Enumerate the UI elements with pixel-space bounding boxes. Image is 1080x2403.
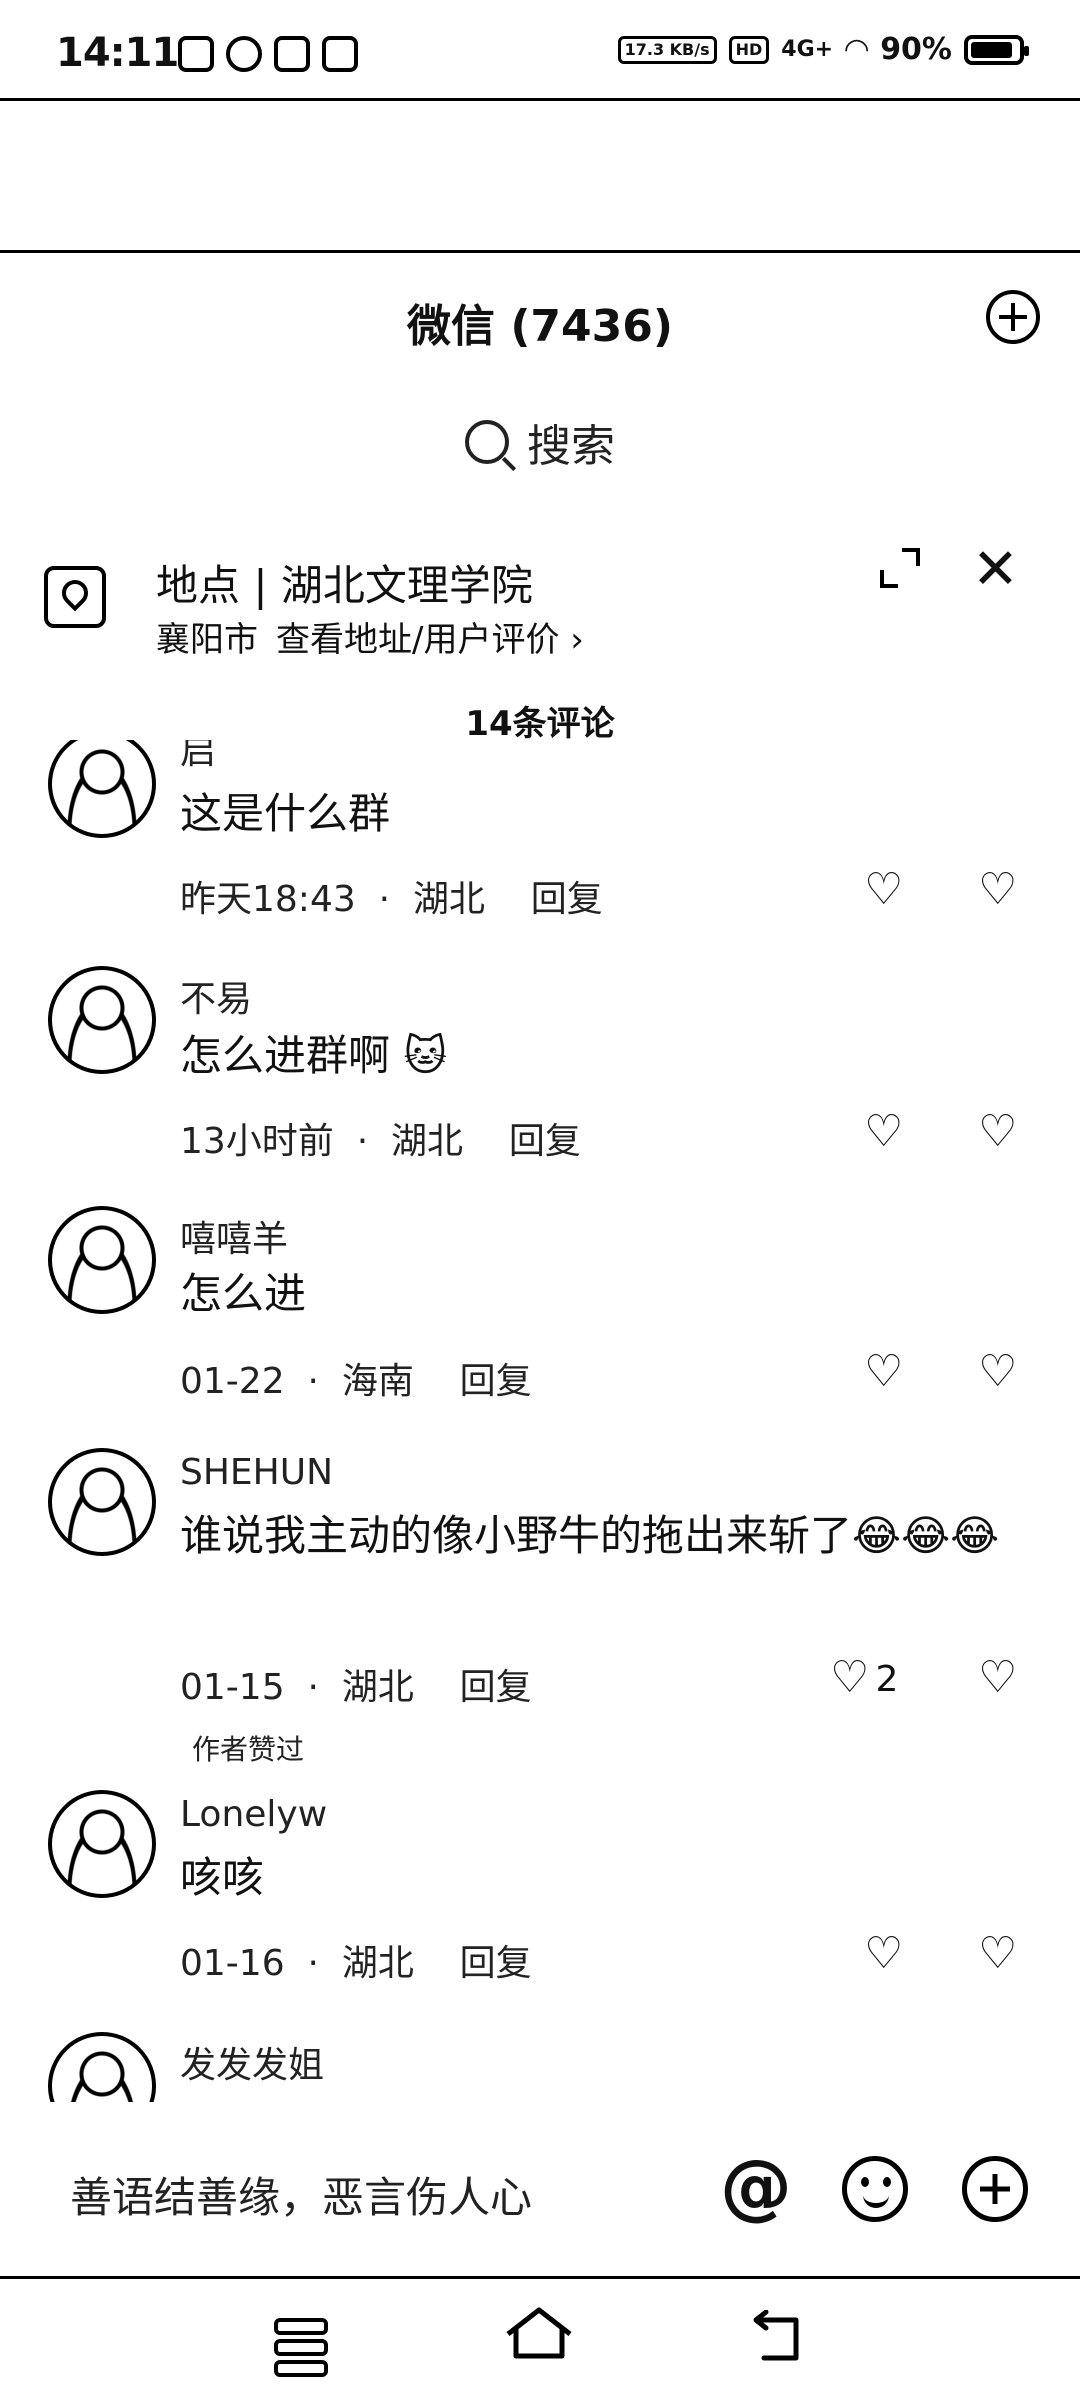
avatar[interactable] <box>48 966 156 1074</box>
location-pin-icon <box>44 566 106 628</box>
like-icon[interactable]: ♡ 2 <box>830 1656 898 1702</box>
location-title[interactable]: 地点 | 湖北文理学院 <box>156 552 533 613</box>
reply-button[interactable]: 回复 <box>460 1667 532 1708</box>
page-title: 微信 (7436) <box>407 301 673 352</box>
comment-region: 湖北 <box>341 1667 414 1708</box>
search-bar[interactable]: 搜索 <box>0 410 1080 474</box>
recent-apps-icon[interactable] <box>274 2318 328 2377</box>
comment-meta: 昨天18:43 · 湖北 回复 <box>180 879 603 920</box>
battery-icon <box>964 34 1029 65</box>
battery-percent: 90% <box>880 32 952 67</box>
hd-badge: HD <box>728 35 770 64</box>
reply-button[interactable]: 回复 <box>531 879 603 920</box>
comment-meta: 01-22 · 海南 回复 <box>180 1361 532 1402</box>
like-icon[interactable]: ♡ <box>864 1350 903 1394</box>
comment-author[interactable]: Lonelyw <box>180 1794 327 1835</box>
notification-icons <box>178 36 358 72</box>
location-city: 襄阳市 <box>156 620 258 660</box>
signal-icon: 4G+ <box>781 37 834 62</box>
dislike-icon[interactable]: ♡ <box>978 1350 1017 1394</box>
search-icon <box>465 420 509 464</box>
comment-text: 怎么进群啊 🐱 <box>180 1031 448 1080</box>
avatar[interactable] <box>48 1790 156 1898</box>
avatar[interactable] <box>48 2032 156 2102</box>
dislike-icon[interactable]: ♡ <box>978 868 1017 912</box>
avatar[interactable] <box>48 740 156 838</box>
comment-region: 湖北 <box>391 1121 464 1162</box>
comment-count: 14条评论 <box>465 704 615 744</box>
comment-time: 昨天18:43 <box>180 879 356 920</box>
comment-list[interactable]: 启 这是什么群 昨天18:43 · 湖北 回复 ♡ ♡ 不易 怎么进群啊 🐱 1… <box>0 740 1080 2102</box>
add-media-icon[interactable] <box>962 2156 1028 2222</box>
reply-button[interactable]: 回复 <box>460 1943 532 1984</box>
comment-text: 谁说我主动的像小野牛的拖出来斩了😂😂😂 <box>180 1511 1000 1560</box>
author-liked-badge: 作者赞过 <box>192 1733 305 1766</box>
tiktok-icon <box>178 36 214 72</box>
avatar[interactable] <box>48 1448 156 1556</box>
dislike-icon[interactable]: ♡ <box>978 1110 1017 1154</box>
comment-author[interactable]: 发发发姐 <box>180 2036 324 2088</box>
comment-meta: 01-16 · 湖北 回复 <box>180 1943 532 1984</box>
status-time: 14:11 <box>56 30 179 76</box>
comment-region: 海南 <box>341 1361 414 1402</box>
home-icon[interactable] <box>504 2306 574 2362</box>
emoji-icon[interactable] <box>842 2156 908 2222</box>
expand-icon[interactable] <box>880 548 920 588</box>
add-button[interactable] <box>986 290 1040 344</box>
status-right: 17.3 KB/s HD 4G+ ◠ 90% <box>617 32 1029 67</box>
comment-author[interactable]: 启 <box>180 740 216 774</box>
avatar[interactable] <box>48 1206 156 1314</box>
wifi-icon: ◠ <box>845 32 869 67</box>
close-icon[interactable]: ✕ <box>972 542 1019 598</box>
comment-text: 这是什么群 <box>180 789 391 838</box>
like-icon[interactable]: ♡ <box>864 1110 903 1154</box>
like-icon[interactable]: ♡ <box>864 1932 903 1976</box>
comment-time: 01-15 <box>180 1667 285 1708</box>
comment-author[interactable]: 嘻嘻羊 <box>180 1210 288 1262</box>
comment-region: 湖北 <box>341 1943 414 1984</box>
divider <box>0 250 1080 253</box>
comment-meta: 13小时前 · 湖北 回复 <box>180 1121 581 1162</box>
search-label: 搜索 <box>527 421 615 472</box>
dislike-icon[interactable]: ♡ <box>978 1932 1017 1976</box>
like-icon[interactable]: ♡ <box>864 868 903 912</box>
comment-time: 01-22 <box>180 1361 285 1402</box>
comment-text: 咳咳 <box>180 1853 265 1902</box>
mail-icon <box>274 36 310 72</box>
comment-author[interactable]: 不易 <box>180 970 252 1022</box>
location-subtitle[interactable]: 襄阳市 查看地址/用户评价 › <box>156 612 584 661</box>
comment-region: 湖北 <box>412 879 485 920</box>
app-icon <box>322 36 358 72</box>
like-count: 2 <box>875 1659 899 1700</box>
reply-button[interactable]: 回复 <box>509 1121 581 1162</box>
location-link[interactable]: 查看地址/用户评价 › <box>276 620 584 660</box>
chat-icon <box>226 36 262 72</box>
comment-author[interactable]: SHEHUN <box>180 1452 333 1493</box>
comment-time: 13小时前 <box>180 1121 334 1162</box>
net-speed: 17.3 KB/s <box>617 35 717 64</box>
comment-time: 01-16 <box>180 1943 285 1984</box>
dislike-icon[interactable]: ♡ <box>978 1656 1017 1700</box>
reply-button[interactable]: 回复 <box>460 1361 532 1402</box>
mention-icon[interactable]: @ <box>720 2150 792 2222</box>
comment-input[interactable]: 善语结善缘，恶言伤人心 <box>70 2164 532 2225</box>
comment-text: 怎么进 <box>180 1269 307 1318</box>
back-icon[interactable] <box>750 2310 810 2366</box>
comment-meta: 01-15 · 湖北 回复 <box>180 1667 532 1708</box>
